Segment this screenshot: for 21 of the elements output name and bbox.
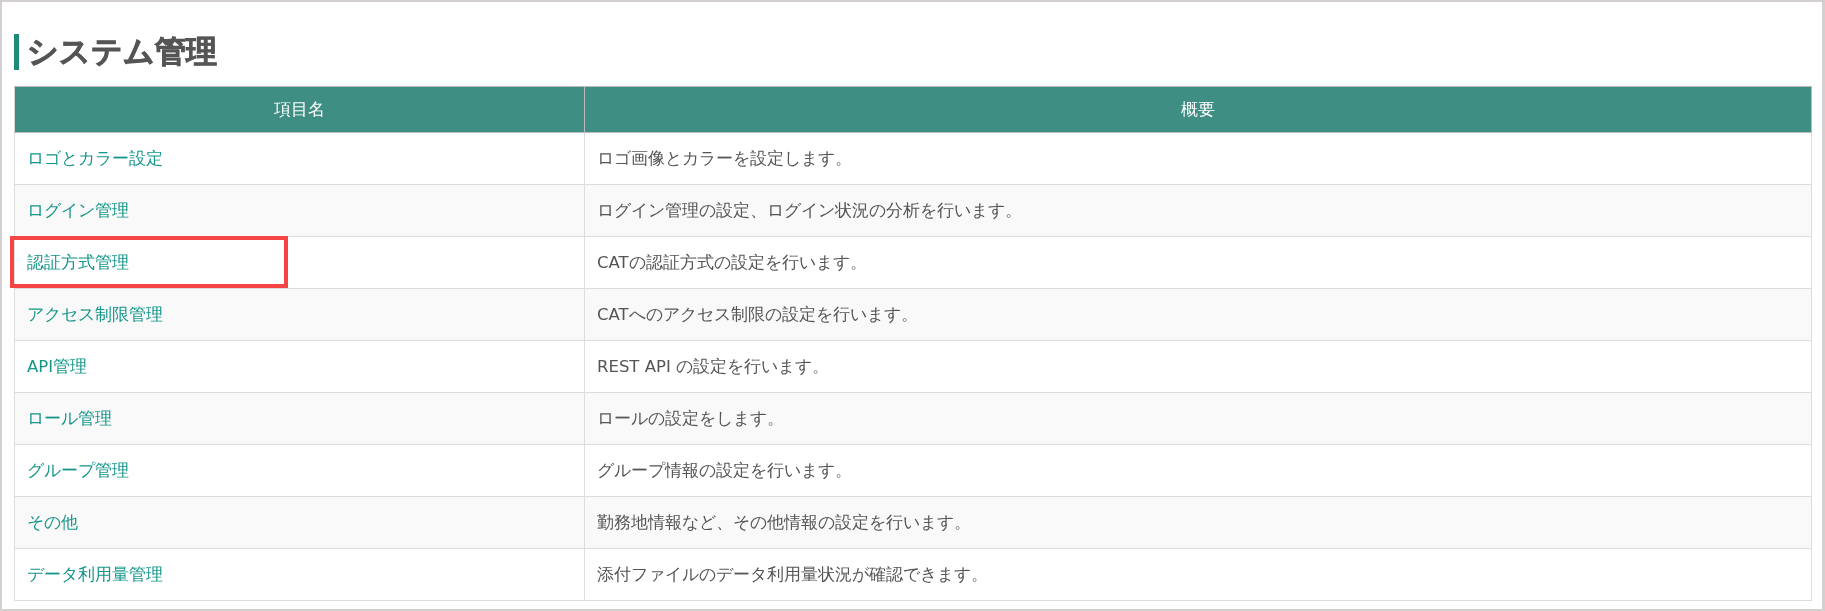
item-link[interactable]: その他 [27, 512, 78, 532]
table-cell: ログイン管理の設定、ログイン状況の分析を行います。 [584, 184, 1812, 237]
table-cell: 勤務地情報など、その他情報の設定を行います。 [584, 496, 1812, 549]
table-cell: CATへのアクセス制限の設定を行います。 [584, 288, 1812, 341]
item-link[interactable]: API管理 [27, 356, 88, 376]
table-cell: グループ情報の設定を行います。 [584, 444, 1812, 497]
table-cell: ロールの設定をします。 [584, 392, 1812, 445]
table-cell: REST API の設定を行います。 [584, 340, 1812, 393]
item-link[interactable]: ログイン管理 [27, 200, 129, 220]
table-cell: 添付ファイルのデータ利用量状況が確認できます。 [584, 548, 1812, 601]
item-link[interactable]: データ利用量管理 [27, 564, 163, 584]
table-cell: CATの認証方式の設定を行います。 [584, 236, 1812, 289]
item-link[interactable]: 認証方式管理 [27, 252, 129, 272]
item-link[interactable]: グループ管理 [27, 460, 129, 480]
item-link[interactable]: アクセス制限管理 [27, 304, 163, 324]
item-link[interactable]: ロゴとカラー設定 [27, 148, 163, 168]
page-title: システム管理 [27, 32, 217, 71]
column-header: 概要 [584, 86, 1812, 133]
item-link[interactable]: ロール管理 [27, 408, 112, 428]
column-header: 項目名 [14, 86, 585, 133]
table-cell: ロゴ画像とカラーを設定します。 [584, 132, 1812, 185]
